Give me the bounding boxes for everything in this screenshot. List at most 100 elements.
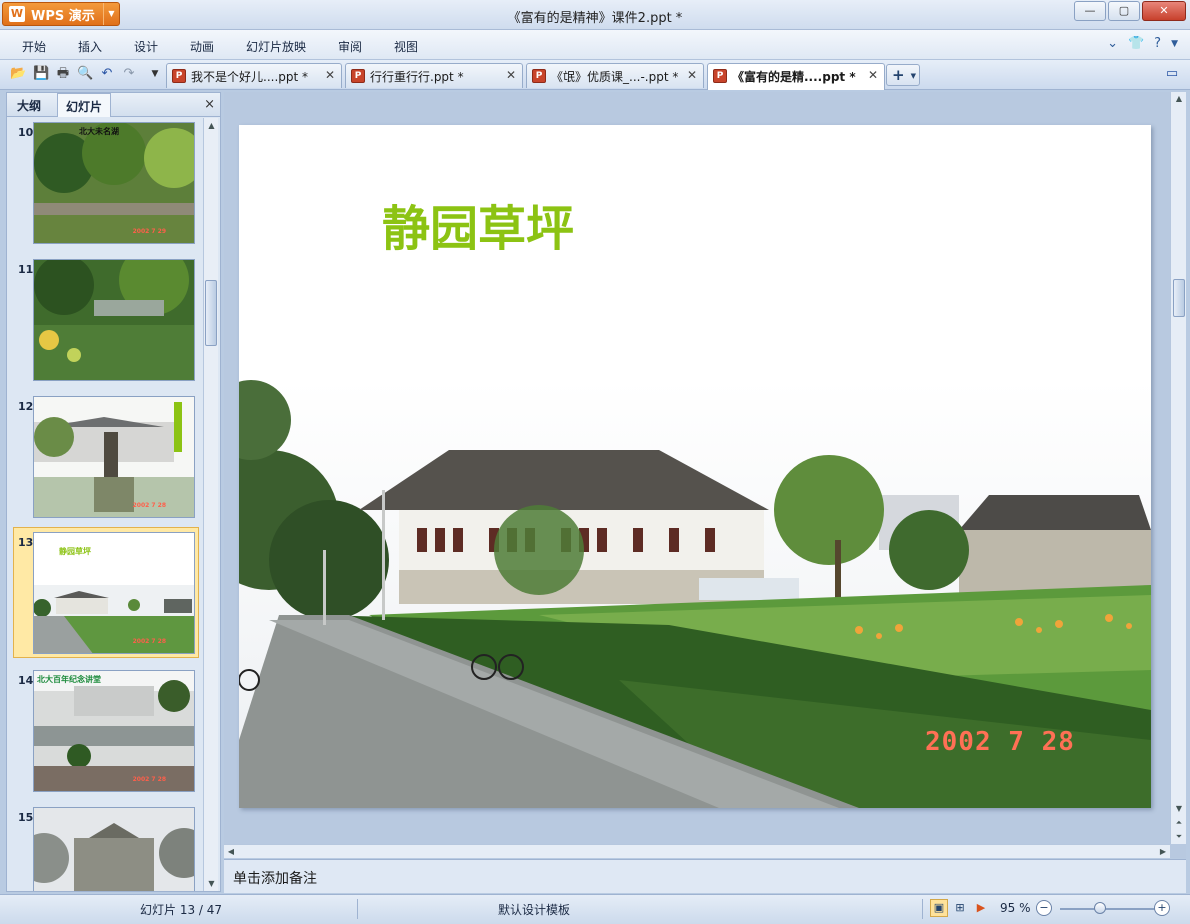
slide-thumb-date: 2002 7 28	[132, 776, 166, 783]
tab-slides[interactable]: 幻灯片	[57, 93, 112, 117]
slide-thumb-date: 2002 7 28	[132, 502, 166, 509]
tab-close-icon[interactable]: ✕	[687, 68, 697, 82]
slide-thumb-10[interactable]: 10 北大未名湖 2002 7 29	[11, 118, 199, 246]
slide-number: 15	[18, 811, 34, 824]
scroll-up-icon[interactable]: ▲	[1171, 92, 1187, 106]
scrollbar-thumb[interactable]	[205, 280, 217, 346]
slide-thumb-title: 北大百年纪念讲堂	[37, 675, 101, 684]
slide-thumb-date: 2002 7 29	[132, 228, 166, 235]
collapse-ribbon-icon[interactable]: ⌄	[1107, 36, 1118, 51]
slide-horizontal-scrollbar[interactable]: ◀ ▶	[224, 844, 1170, 858]
zoom-level: 95 %	[1000, 901, 1031, 915]
customize-toolbar-icon[interactable]: ▼	[147, 66, 163, 82]
ppt-file-icon: P	[713, 69, 727, 83]
close-button[interactable]: ✕	[1142, 1, 1186, 21]
menu-review[interactable]: 审阅	[338, 38, 362, 55]
slide-thumb-11[interactable]: 11	[11, 255, 199, 383]
status-divider	[922, 899, 923, 919]
ppt-file-icon: P	[532, 69, 546, 83]
slide-number: 14	[18, 674, 34, 687]
slide-thumb-13-selected[interactable]: 13 静园草坪 2002 7 28	[13, 527, 199, 658]
plus-icon: +	[892, 66, 905, 84]
slideshow-view-icon[interactable]: ▶	[972, 899, 990, 917]
menu-slideshow[interactable]: 幻灯片放映	[246, 38, 306, 55]
scroll-down-icon[interactable]: ▼	[204, 876, 219, 891]
scroll-down-icon[interactable]: ▼	[1171, 802, 1187, 816]
slide-editor-area: 静园草坪 2002 7 28 ▲ ▼ ⏶ ⏷ ◀ ▶	[224, 92, 1186, 858]
slide-thumb-image: 2002 7 28	[33, 396, 195, 518]
zoom-slider-track[interactable]	[1060, 908, 1156, 910]
window-title: 《富有的是精神》课件2.ppt *	[507, 11, 683, 26]
menu-view[interactable]: 视图	[394, 38, 418, 55]
minimize-button[interactable]: —	[1074, 1, 1106, 21]
scroll-left-icon[interactable]: ◀	[224, 845, 238, 859]
document-tab-bar: 📂 💾 🖶 🔍 ↶ ↷ ▼ P 我不是个好儿....ppt * ✕ P 行行重行…	[0, 60, 1190, 90]
title-bar: W WPS 演示 ▼ 《富有的是精神》课件2.ppt * — ▢ ✕	[0, 0, 1190, 30]
thumbnail-list: 10 北大未名湖 2002 7 29 11 12 2002 7 28 13 静园…	[7, 118, 203, 891]
status-bar: 幻灯片 13 / 47 默认设计模板 ▣ ⊞ ▶ 95 % − +	[0, 894, 1190, 924]
doc-tab-3[interactable]: P 《氓》优质课_...-.ppt * ✕	[526, 63, 704, 88]
slide-thumb-14[interactable]: 14 北大百年纪念讲堂 2002 7 28	[11, 666, 199, 794]
print-preview-icon[interactable]: 🔍	[77, 66, 93, 82]
close-icon[interactable]: ×	[204, 97, 215, 112]
chevron-down-icon[interactable]: ▼	[1171, 39, 1178, 51]
slide-thumb-image: 北大未名湖 2002 7 29	[33, 122, 195, 244]
slide-vertical-scrollbar[interactable]: ▲ ▼ ⏶ ⏷	[1170, 92, 1186, 844]
slide-title[interactable]: 静园草坪	[382, 189, 574, 259]
status-divider	[357, 899, 358, 919]
menu-bar: 开始 插入 设计 动画 幻灯片放映 审阅 视图 ⌄ 👕 ? ▼	[0, 30, 1190, 60]
slide-thumb-15[interactable]: 15	[11, 803, 199, 891]
normal-view-icon[interactable]: ▣	[930, 899, 948, 917]
zoom-slider-handle[interactable]	[1094, 902, 1106, 914]
slide-number: 11	[18, 263, 34, 276]
slide-thumb-title: 静园草坪	[59, 547, 91, 556]
template-name: 默认设计模板	[498, 903, 571, 917]
menu-design[interactable]: 设计	[134, 38, 158, 55]
skin-shirt-icon[interactable]: 👕	[1128, 36, 1144, 51]
open-folder-icon[interactable]: 📂	[10, 66, 26, 82]
maximize-button[interactable]: ▢	[1108, 1, 1140, 21]
save-icon[interactable]: 💾	[33, 66, 49, 82]
slide-number: 12	[18, 400, 34, 413]
notes-placeholder[interactable]: 单击添加备注	[233, 868, 317, 888]
slide-sorter-view-icon[interactable]: ⊞	[951, 899, 969, 917]
notes-pane[interactable]: 单击添加备注	[224, 859, 1186, 893]
slide-counter: 幻灯片 13 / 47	[140, 903, 223, 917]
slide-thumb-image	[33, 259, 195, 381]
menu-insert[interactable]: 插入	[78, 38, 102, 55]
menu-animation[interactable]: 动画	[190, 38, 214, 55]
previous-slide-icon[interactable]: ⏶	[1171, 816, 1187, 830]
doc-tab-4-active[interactable]: P 《富有的是精....ppt * ✕	[707, 63, 885, 90]
window-layout-icon[interactable]: ▭	[1164, 66, 1180, 82]
slide-number: 10	[18, 126, 34, 139]
chevron-down-icon: ▼	[910, 72, 916, 80]
zoom-out-icon[interactable]: −	[1036, 900, 1052, 916]
doc-tab-label: 《富有的是精....ppt *	[732, 70, 856, 84]
scroll-up-icon[interactable]: ▲	[204, 118, 219, 133]
doc-tab-1[interactable]: P 我不是个好儿....ppt * ✕	[166, 63, 342, 88]
slide-thumb-image: 静园草坪 2002 7 28	[33, 532, 195, 654]
new-tab-button[interactable]: + ▼	[886, 64, 920, 86]
tab-close-icon[interactable]: ✕	[506, 68, 516, 82]
tab-outline[interactable]: 大纲	[9, 93, 49, 117]
tab-close-icon[interactable]: ✕	[325, 68, 335, 82]
slide-thumb-date: 2002 7 28	[132, 638, 166, 645]
doc-tab-label: 我不是个好儿....ppt *	[191, 70, 309, 84]
scroll-right-icon[interactable]: ▶	[1156, 845, 1170, 859]
redo-icon[interactable]: ↷	[121, 66, 137, 82]
print-icon[interactable]: 🖶	[55, 66, 71, 82]
doc-tab-label: 《氓》优质课_...-.ppt *	[551, 70, 679, 84]
tab-close-icon[interactable]: ✕	[868, 68, 878, 82]
current-slide[interactable]: 静园草坪 2002 7 28	[239, 125, 1151, 808]
doc-tab-2[interactable]: P 行行重行行.ppt * ✕	[345, 63, 523, 88]
undo-icon[interactable]: ↶	[99, 66, 115, 82]
slide-thumb-image	[33, 807, 195, 891]
ppt-file-icon: P	[351, 69, 365, 83]
slide-thumb-12[interactable]: 12 2002 7 28	[11, 392, 199, 520]
scrollbar-thumb[interactable]	[1173, 279, 1185, 317]
next-slide-icon[interactable]: ⏷	[1171, 830, 1187, 844]
thumbnail-scrollbar[interactable]: ▲ ▼	[203, 118, 218, 891]
zoom-in-icon[interactable]: +	[1154, 900, 1170, 916]
help-icon[interactable]: ?	[1154, 36, 1161, 51]
menu-home[interactable]: 开始	[22, 38, 46, 55]
